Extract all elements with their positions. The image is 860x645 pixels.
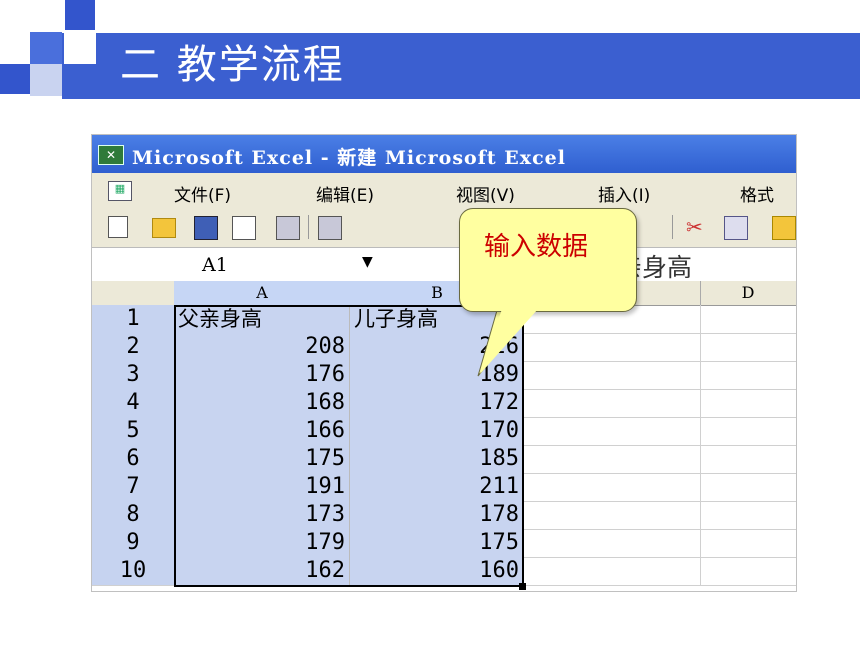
callout-text: 输入数据 [484,232,589,262]
callout-pointer-fill [480,309,538,374]
